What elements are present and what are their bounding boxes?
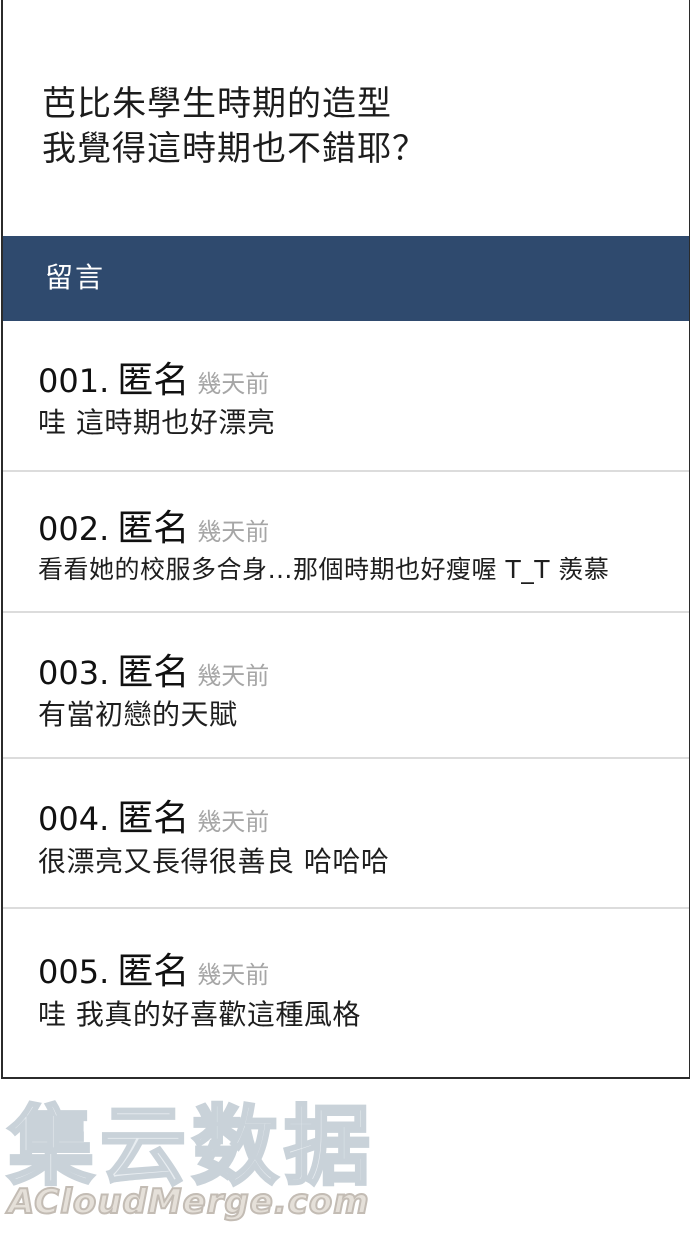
comments-title: 留言 xyxy=(45,261,106,294)
comment-time: 幾天前 xyxy=(197,662,270,690)
comment-item: 001. 匿名 幾天前 哇 這時期也好漂亮 xyxy=(3,321,689,472)
comment-author: 匿名 xyxy=(117,652,190,693)
comment-number: 004. xyxy=(38,800,110,838)
caption-line-1: 芭比朱學生時期的造型 xyxy=(42,84,392,124)
comment-header: 005. 匿名 幾天前 xyxy=(38,942,269,994)
comment-item: 004. 匿名 幾天前 很漂亮又長得很善良 哈哈哈 xyxy=(3,759,689,909)
caption-line-2: 我覺得這時期也不錯耶？ xyxy=(42,129,427,169)
watermark-english: ACloudMerge.com xyxy=(7,1181,370,1223)
comment-header: 004. 匿名 幾天前 xyxy=(38,789,269,841)
comment-number: 005. xyxy=(38,953,110,991)
comment-header: 001. 匿名 幾天前 xyxy=(38,351,269,403)
comic-page: 芭比朱學生時期的造型 我覺得這時期也不錯耶？ 留言 001. 匿名 幾天前 哇 這時… xyxy=(0,0,690,1240)
comment-header: 002. 匿名 幾天前 xyxy=(38,499,269,551)
comment-text: 有當初戀的天賦 xyxy=(38,698,238,731)
comment-text: 看看她的校服多合身…那個時期也好瘦喔 T_T 羨慕 xyxy=(38,555,610,584)
panel-caption: 芭比朱學生時期的造型 我覺得這時期也不錯耶？ xyxy=(42,82,427,172)
comment-panel: 芭比朱學生時期的造型 我覺得這時期也不錯耶？ 留言 001. 匿名 幾天前 哇 這時… xyxy=(1,0,690,1079)
comment-text: 哇 我真的好喜歡這種風格 xyxy=(38,998,361,1031)
comment-time: 幾天前 xyxy=(197,808,270,836)
comment-time: 幾天前 xyxy=(197,961,270,989)
comment-number: 001. xyxy=(38,362,110,400)
comment-item: 005. 匿名 幾天前 哇 我真的好喜歡這種風格 xyxy=(3,909,689,1077)
comment-number: 003. xyxy=(38,654,110,692)
comment-number: 002. xyxy=(38,510,110,548)
comment-text: 很漂亮又長得很善良 哈哈哈 xyxy=(38,845,390,878)
watermark-chinese: 集云数据 xyxy=(7,1097,376,1197)
comment-time: 幾天前 xyxy=(197,370,270,398)
comment-author: 匿名 xyxy=(117,508,190,549)
watermark: 集云数据 ACloudMerge.com xyxy=(7,1097,388,1230)
comment-author: 匿名 xyxy=(117,951,190,992)
comments-header: 留言 xyxy=(3,236,689,321)
comment-time: 幾天前 xyxy=(197,518,270,546)
comment-header: 003. 匿名 幾天前 xyxy=(38,643,269,695)
comment-author: 匿名 xyxy=(117,360,190,401)
comment-item: 003. 匿名 幾天前 有當初戀的天賦 xyxy=(3,613,689,759)
comment-text: 哇 這時期也好漂亮 xyxy=(38,406,276,439)
comment-author: 匿名 xyxy=(117,798,190,839)
comment-item: 002. 匿名 幾天前 看看她的校服多合身…那個時期也好瘦喔 T_T 羨慕 xyxy=(3,472,689,613)
